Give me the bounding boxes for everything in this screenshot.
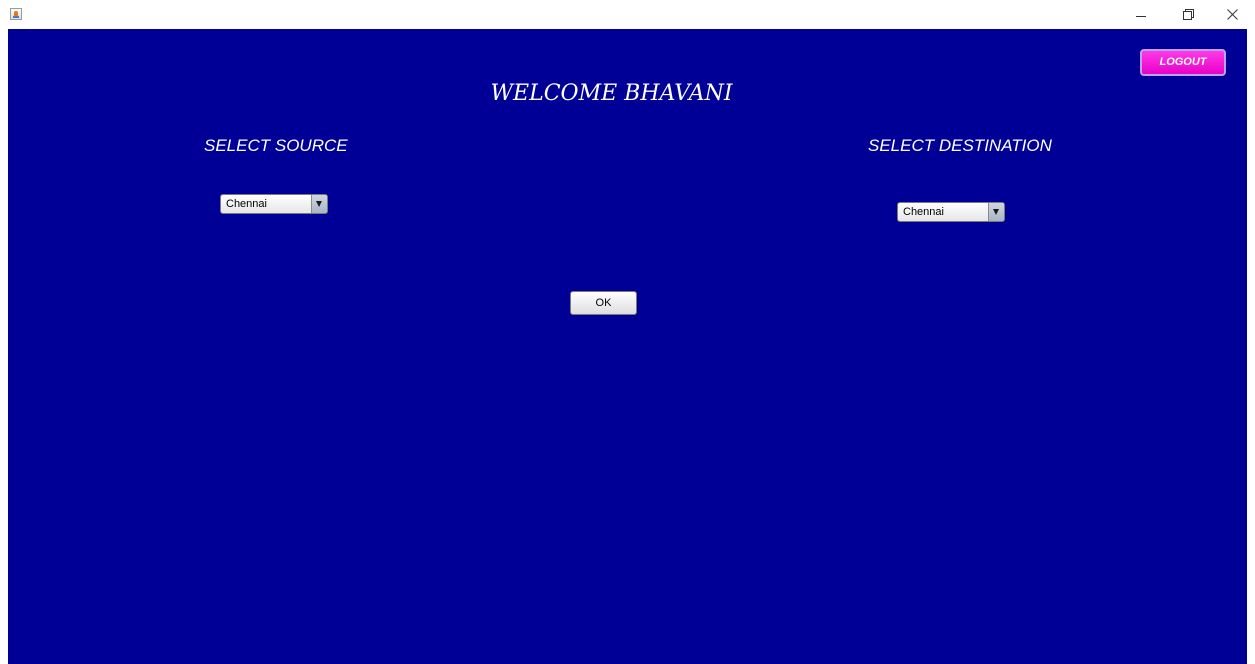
destination-dropdown[interactable]: Chennai <box>897 202 1005 222</box>
main-panel: WELCOME BHAVANI LOGOUT SELECT SOURCE SEL… <box>8 29 1247 664</box>
select-source-label: SELECT SOURCE <box>204 136 348 155</box>
welcome-heading: WELCOME BHAVANI <box>490 81 733 106</box>
source-dropdown-value: Chennai <box>226 198 267 210</box>
source-dropdown[interactable]: Chennai <box>220 194 328 214</box>
minimize-icon[interactable] <box>1118 0 1164 29</box>
logout-button[interactable]: LOGOUT <box>1140 49 1226 76</box>
select-destination-label: SELECT DESTINATION <box>868 136 1052 155</box>
restore-icon[interactable] <box>1164 0 1210 29</box>
chevron-down-icon[interactable] <box>311 195 327 213</box>
destination-dropdown-value: Chennai <box>903 206 944 218</box>
window-titlebar <box>0 0 1255 29</box>
java-app-icon <box>10 8 22 20</box>
close-icon[interactable] <box>1210 0 1255 29</box>
chevron-down-icon[interactable] <box>988 203 1004 221</box>
ok-button[interactable]: OK <box>570 291 637 315</box>
